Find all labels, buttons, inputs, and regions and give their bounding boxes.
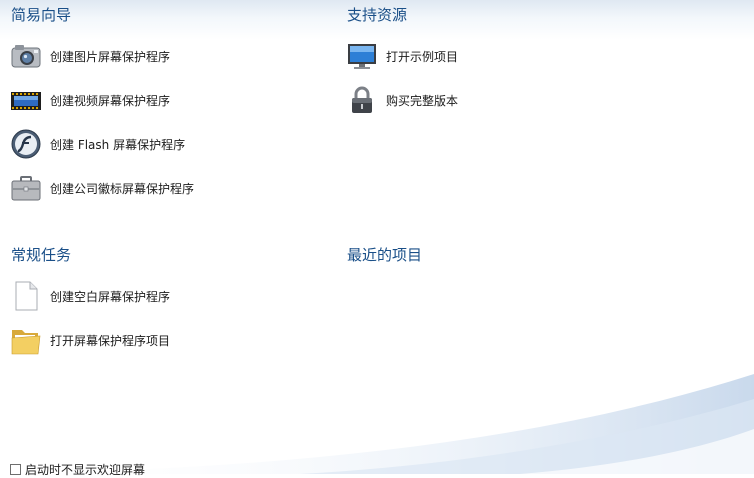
buy-full-version-link[interactable]: 购买完整版本 bbox=[346, 82, 458, 118]
open-sample-project-link[interactable]: 打开示例项目 bbox=[346, 38, 458, 74]
item-label: 创建空白屏幕保护程序 bbox=[50, 289, 171, 304]
dont-show-welcome-checkbox[interactable] bbox=[10, 464, 21, 475]
flash-icon bbox=[10, 128, 42, 160]
blank-document-icon bbox=[10, 280, 42, 312]
create-flash-screensaver-link[interactable]: 创建 Flash 屏幕保护程序 bbox=[10, 126, 185, 162]
dont-show-welcome-label: 启动时不显示欢迎屏幕 bbox=[25, 463, 146, 477]
monitor-icon bbox=[346, 40, 378, 72]
section-title-tasks: 常规任务 bbox=[11, 246, 72, 264]
section-title-wizard: 简易向导 bbox=[11, 6, 72, 24]
padlock-icon bbox=[346, 84, 378, 116]
item-label: 创建图片屏幕保护程序 bbox=[50, 49, 171, 64]
item-label: 购买完整版本 bbox=[386, 93, 459, 108]
section-title-resources: 支持资源 bbox=[347, 6, 408, 24]
open-screensaver-project-link[interactable]: 打开屏幕保护程序项目 bbox=[10, 322, 170, 358]
dont-show-welcome-option[interactable]: 启动时不显示欢迎屏幕 bbox=[10, 461, 145, 478]
create-logo-screensaver-link[interactable]: 创建公司徽标屏幕保护程序 bbox=[10, 170, 194, 206]
create-picture-screensaver-link[interactable]: 创建图片屏幕保护程序 bbox=[10, 38, 170, 74]
recent-projects-list bbox=[346, 270, 726, 430]
film-strip-icon bbox=[10, 84, 42, 116]
section-title-recent: 最近的项目 bbox=[347, 246, 423, 264]
create-blank-screensaver-link[interactable]: 创建空白屏幕保护程序 bbox=[10, 278, 170, 314]
item-label: 打开示例项目 bbox=[386, 49, 459, 64]
item-label: 创建 Flash 屏幕保护程序 bbox=[50, 137, 186, 152]
item-label: 打开屏幕保护程序项目 bbox=[50, 333, 171, 348]
folder-icon bbox=[10, 324, 42, 356]
camera-icon bbox=[10, 40, 42, 72]
create-video-screensaver-link[interactable]: 创建视频屏幕保护程序 bbox=[10, 82, 170, 118]
item-label: 创建公司徽标屏幕保护程序 bbox=[50, 181, 195, 196]
item-label: 创建视频屏幕保护程序 bbox=[50, 93, 171, 108]
briefcase-icon bbox=[10, 172, 42, 204]
